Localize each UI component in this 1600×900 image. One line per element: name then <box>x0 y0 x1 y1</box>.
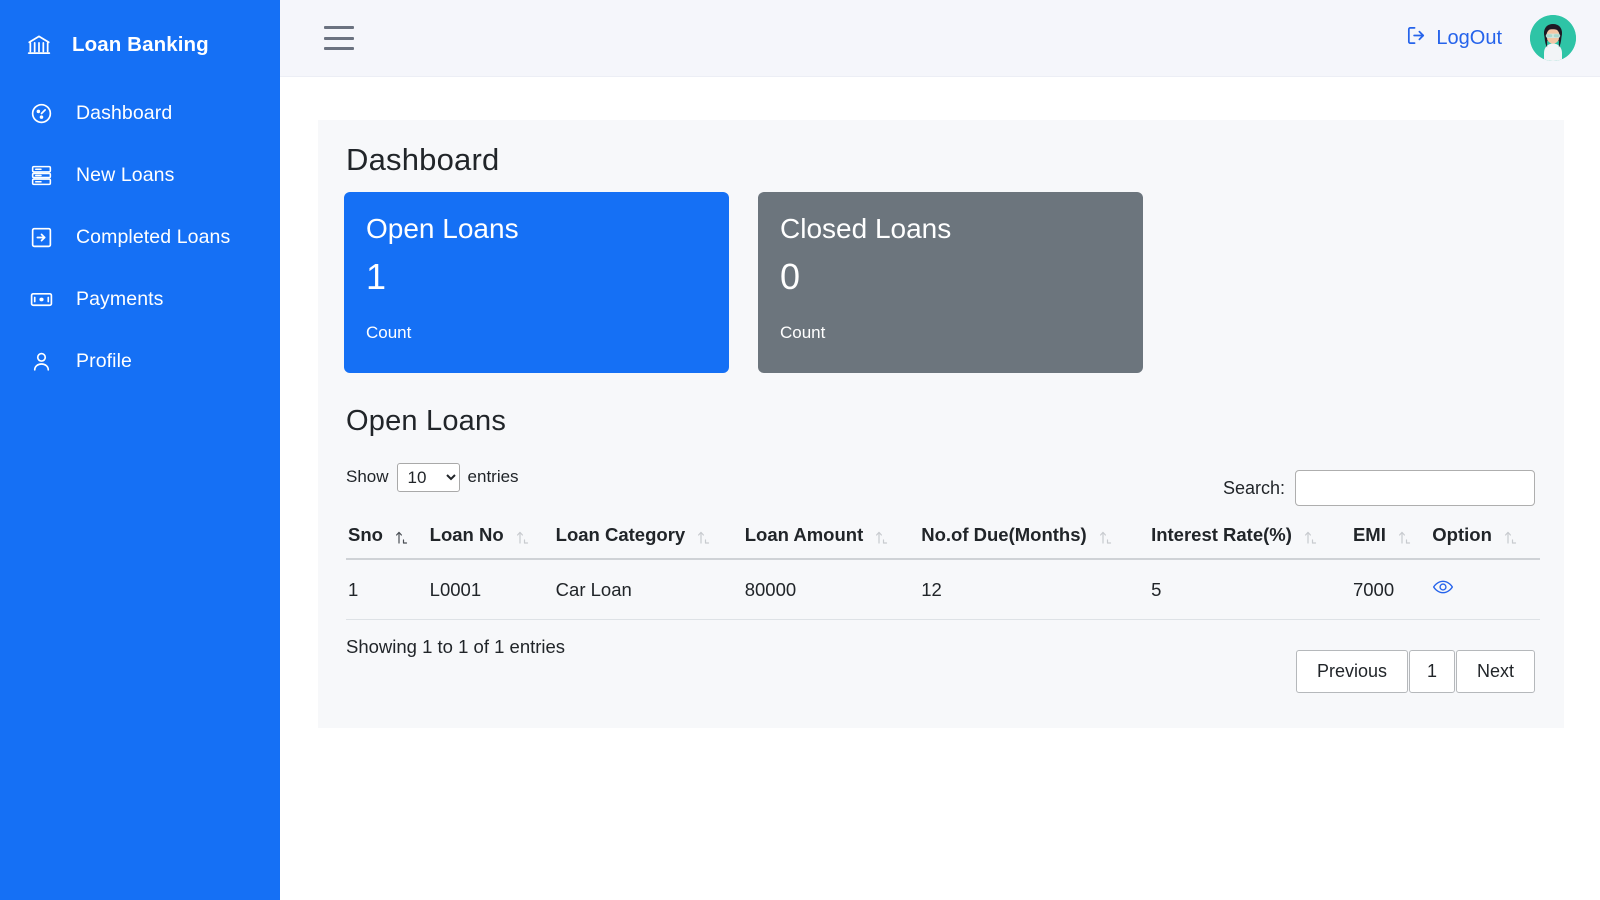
table-body: 1 L0001 Car Loan 80000 12 5 7000 <box>346 559 1540 620</box>
hamburger-bar <box>324 47 354 50</box>
column-header-option[interactable]: Option <box>1430 518 1540 560</box>
stat-card-title: Open Loans <box>366 213 519 244</box>
sort-none-icon <box>1398 528 1411 544</box>
sidebar-brand[interactable]: Loan Banking <box>0 22 280 68</box>
column-label: Option <box>1432 524 1492 545</box>
sidebar-item-payments[interactable]: Payments <box>0 268 280 330</box>
sidebar-brand-label: Loan Banking <box>72 33 209 56</box>
app-root: Loan Banking Dashboard New Loans Complet… <box>0 0 1600 900</box>
column-header-loan-no[interactable]: Loan No <box>427 518 554 560</box>
cell-sno: 1 <box>346 559 428 620</box>
user-avatar <box>1530 15 1576 61</box>
stat-card-value: 1 <box>366 255 387 297</box>
table-info: Showing 1 to 1 of 1 entries <box>346 636 566 657</box>
sidebar-item-dashboard[interactable]: Dashboard <box>0 82 280 144</box>
show-label: Show <box>346 467 389 486</box>
table-section-title: Open Loans <box>346 405 507 437</box>
main-region: Dashboard Open Loans 1 Count Closed Loan… <box>280 77 1600 900</box>
sidebar-item-profile[interactable]: Profile <box>0 330 280 392</box>
stat-card-open-loans[interactable]: Open Loans 1 Count <box>344 192 729 373</box>
stat-card-value: 0 <box>780 255 801 297</box>
sort-none-icon <box>1504 528 1517 544</box>
stat-card-closed-loans[interactable]: Closed Loans 0 Count <box>758 192 1143 373</box>
logout-label: LogOut <box>1436 26 1502 49</box>
cell-loan-no: L0001 <box>427 559 554 620</box>
stat-card-subtitle: Count <box>366 323 412 342</box>
hamburger-bar <box>324 36 354 40</box>
cell-loan-category: Car Loan <box>553 559 743 620</box>
column-label: Sno <box>348 524 383 545</box>
banknote-icon <box>28 286 54 312</box>
page-title: Dashboard <box>346 142 500 177</box>
cell-option <box>1430 559 1540 620</box>
table-footer: Showing 1 to 1 of 1 entries Previous 1 N… <box>346 636 1540 693</box>
search-label: Search: <box>1222 477 1285 498</box>
bank-icon <box>26 32 52 58</box>
column-header-loan-amount[interactable]: Loan Amount <box>742 518 920 560</box>
eye-icon[interactable] <box>1432 576 1454 598</box>
sidebar-item-label: Profile <box>76 349 132 372</box>
logout-icon <box>1405 24 1428 53</box>
sort-none-icon <box>516 528 529 544</box>
sidebar-item-label: Payments <box>76 287 164 310</box>
column-header-emi[interactable]: EMI <box>1350 518 1431 560</box>
sort-none-icon <box>1304 528 1317 544</box>
hamburger-icon[interactable] <box>324 26 354 50</box>
column-header-due-months[interactable]: No.of Due(Months) <box>919 518 1150 560</box>
sidebar-item-completed-loans[interactable]: Completed Loans <box>0 206 280 268</box>
column-label: EMI <box>1352 524 1386 545</box>
pagination-previous-button[interactable]: Previous <box>1295 650 1408 693</box>
column-label: Interest Rate(%) <box>1151 524 1292 545</box>
open-loans-table: Sno Loan No Loan Category Loan Amount No… <box>346 518 1540 620</box>
cell-interest-rate: 5 <box>1149 559 1351 620</box>
sort-none-icon <box>875 528 888 544</box>
pagination-page-1-button[interactable]: 1 <box>1408 650 1455 693</box>
dashboard-panel: Dashboard Open Loans 1 Count Closed Loan… <box>318 120 1564 728</box>
search-input[interactable] <box>1295 470 1535 506</box>
table-head: Sno Loan No Loan Category Loan Amount No… <box>346 518 1540 560</box>
page-length-select[interactable]: 102550100 <box>396 462 460 492</box>
column-label: Loan Category <box>555 524 686 545</box>
sidebar-item-label: Dashboard <box>76 101 173 124</box>
stat-cards: Open Loans 1 Count Closed Loans 0 Count <box>344 192 1540 373</box>
column-header-interest-rate[interactable]: Interest Rate(%) <box>1149 518 1351 560</box>
cell-due-months: 12 <box>919 559 1150 620</box>
table-controls: Show 102550100 entries Search: <box>346 448 1540 506</box>
column-label: No.of Due(Months) <box>921 524 1087 545</box>
topbar: LogOut <box>280 0 1600 77</box>
hamburger-bar <box>324 26 354 29</box>
column-label: Loan No <box>429 524 504 545</box>
search-control: Search: <box>1223 470 1535 506</box>
column-label: Loan Amount <box>744 524 864 545</box>
page-length-control: Show 102550100 entries <box>346 462 519 492</box>
arrow-right-box-icon <box>28 224 54 250</box>
pagination: Previous 1 Next <box>1295 650 1535 693</box>
sort-none-icon <box>1099 528 1112 544</box>
cell-loan-amount: 80000 <box>742 559 920 620</box>
sidebar-item-new-loans[interactable]: New Loans <box>0 144 280 206</box>
table-row: 1 L0001 Car Loan 80000 12 5 7000 <box>346 559 1540 620</box>
avatar[interactable] <box>1530 15 1576 61</box>
cell-emi: 7000 <box>1350 559 1431 620</box>
column-header-loan-category[interactable]: Loan Category <box>553 518 743 560</box>
pagination-next-button[interactable]: Next <box>1455 650 1535 693</box>
column-header-sno[interactable]: Sno <box>346 518 428 560</box>
user-icon <box>28 348 54 374</box>
logout-button[interactable]: LogOut <box>1405 24 1502 53</box>
sort-asc-icon <box>395 528 408 544</box>
table-header-row: Sno Loan No Loan Category Loan Amount No… <box>346 518 1540 560</box>
sidebar-item-label: Completed Loans <box>76 225 231 248</box>
sort-none-icon <box>697 528 710 544</box>
sidebar: Loan Banking Dashboard New Loans Complet… <box>0 0 280 900</box>
stat-card-subtitle: Count <box>780 323 826 342</box>
stat-card-title: Closed Loans <box>780 213 952 244</box>
entries-label: entries <box>467 467 519 486</box>
server-stack-icon <box>28 162 54 188</box>
dashboard-gauge-icon <box>28 100 54 126</box>
content-area: LogOut Dashboard Open Loans 1 Count Clos… <box>280 0 1600 900</box>
sidebar-item-label: New Loans <box>76 163 175 186</box>
